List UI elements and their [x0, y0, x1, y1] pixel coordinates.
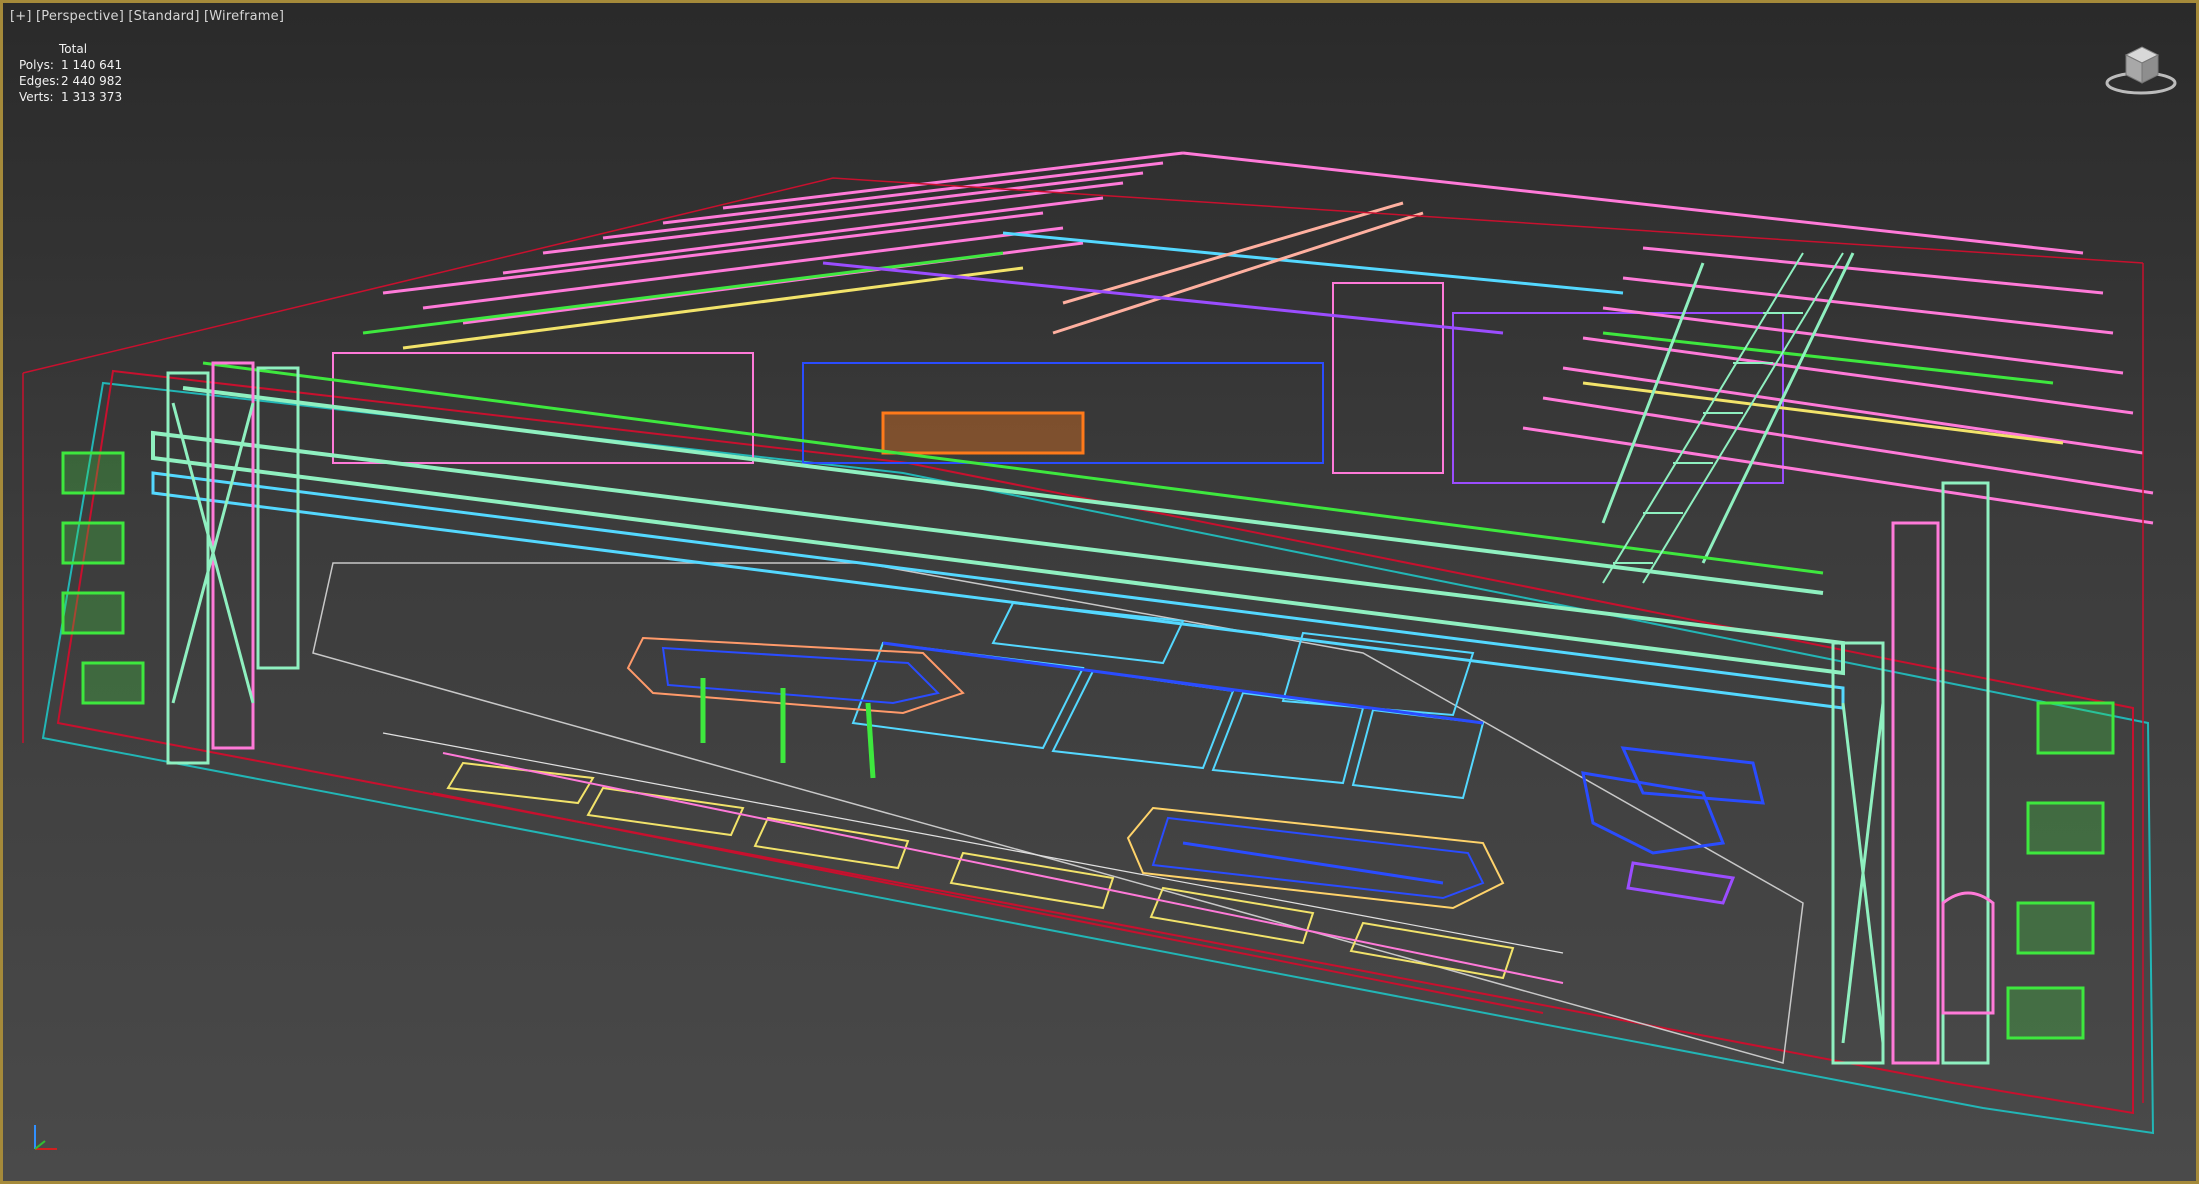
wireframe-scene[interactable] [3, 3, 2199, 1184]
viewcube-icon[interactable] [2102, 37, 2180, 99]
stats-row-verts: Verts: 1 313 373 [19, 89, 122, 105]
stats-edges-label: Edges: [19, 74, 60, 88]
viewport-view-menu[interactable]: [Perspective] [36, 9, 124, 24]
platform-left [626, 636, 965, 779]
floor-tiles [851, 601, 1485, 800]
roof-trusses [362, 151, 2154, 564]
stats-row-edges: Edges: 2 440 982 [19, 73, 122, 89]
viewport-shading-menu[interactable]: [Standard] [128, 9, 199, 24]
3d-viewport[interactable]: [+] [Perspective] [Standard] [Wireframe]… [0, 0, 2199, 1184]
viewport-plus-menu[interactable]: [+] [10, 9, 32, 24]
right-column [1831, 481, 2115, 1065]
stats-edges-value: 2 440 982 [61, 74, 123, 88]
stats-verts-label: Verts: [19, 90, 54, 104]
staircase [1602, 252, 1844, 584]
platform-center [1126, 806, 1505, 910]
stats-header: Total [59, 42, 88, 56]
viewport-label[interactable]: [+] [Perspective] [Standard] [Wireframe] [10, 9, 284, 24]
equipment-right [1581, 746, 1765, 905]
scene-statistics: Total Polys: 1 140 641 Edges: 2 440 982 … [19, 41, 122, 105]
stats-polys-label: Polys: [19, 58, 54, 72]
stats-verts-value: 1 313 373 [61, 90, 123, 104]
stats-polys-value: 1 140 641 [61, 58, 123, 72]
left-column [61, 361, 300, 765]
axis-tripod-icon [27, 1117, 67, 1157]
viewport-mode-menu[interactable]: [Wireframe] [204, 9, 284, 24]
stats-row-polys: Polys: 1 140 641 [19, 57, 122, 73]
